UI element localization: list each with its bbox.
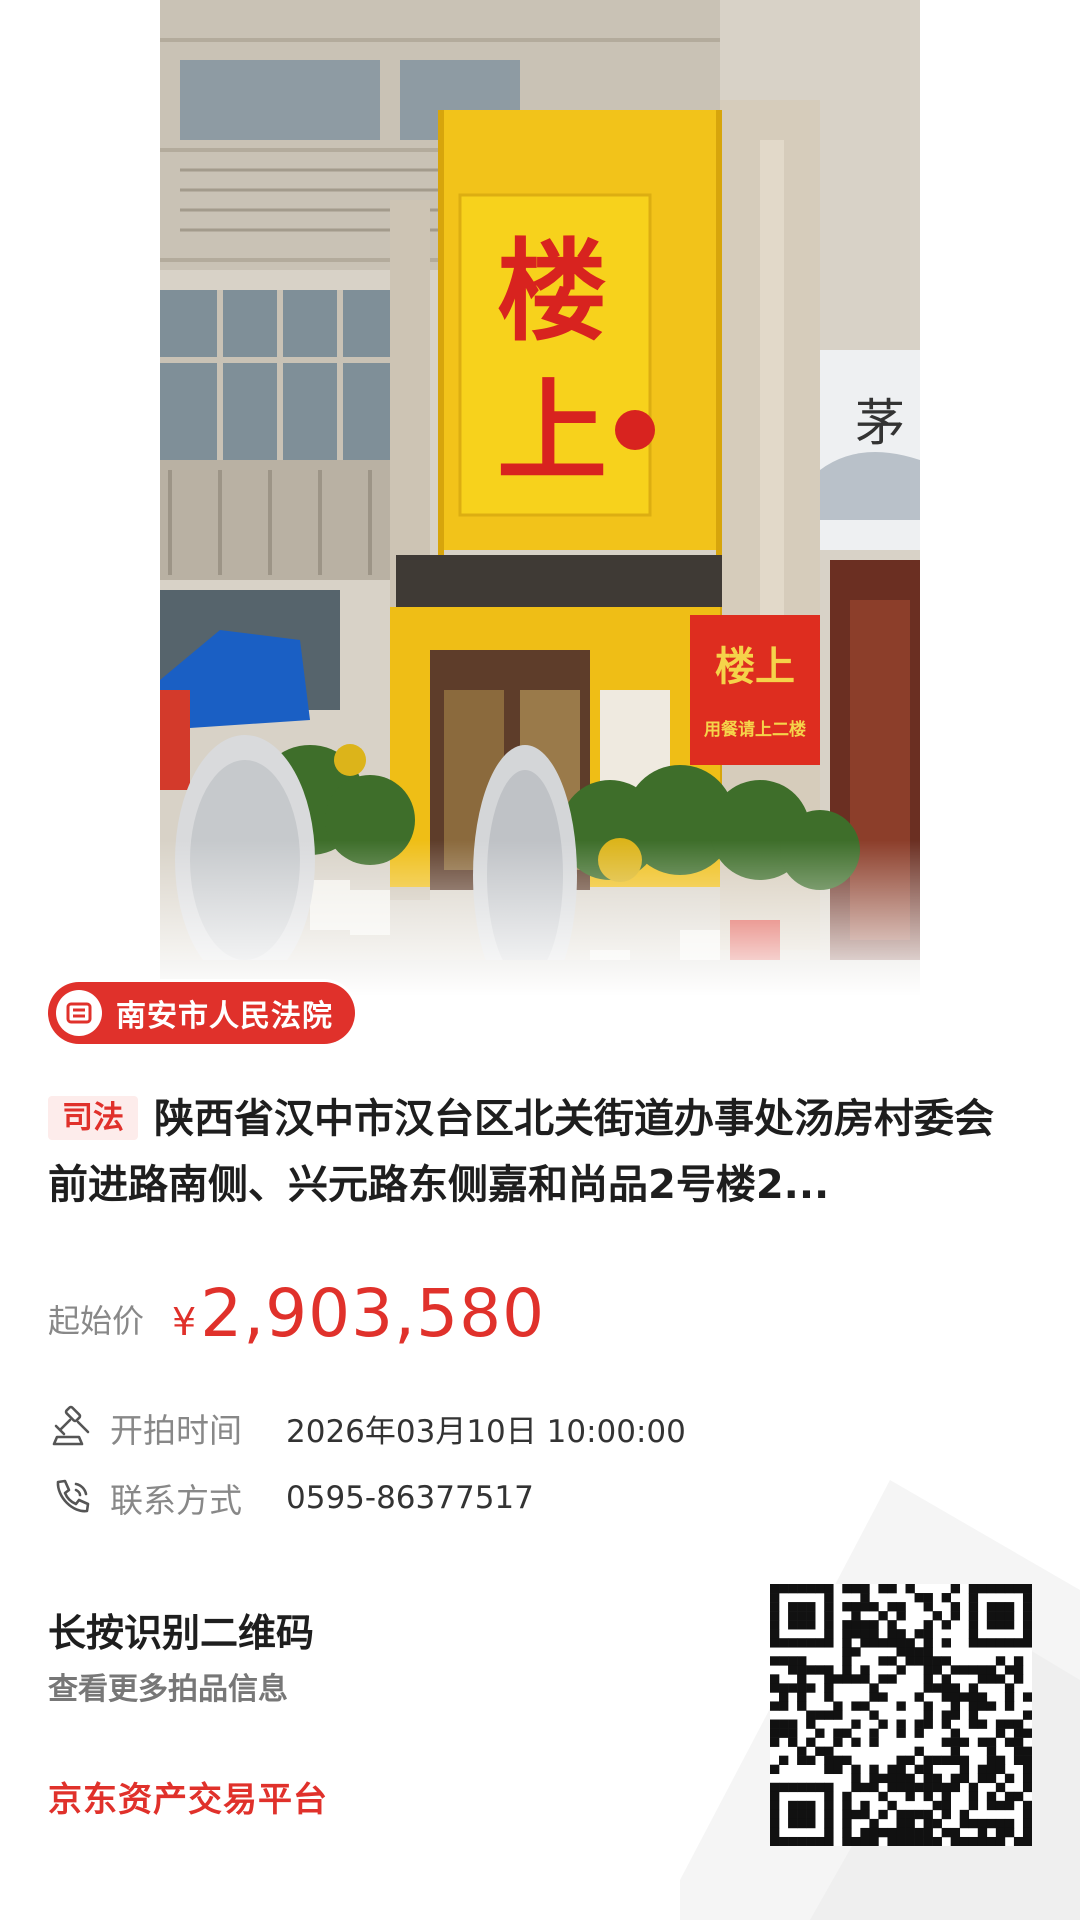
qr-code[interactable]	[770, 1584, 1033, 1847]
starting-price: 起始价 ¥ 2,903,580	[48, 1272, 545, 1354]
price-currency: ¥	[172, 1300, 197, 1344]
svg-text:用餐请上二楼: 用餐请上二楼	[704, 719, 806, 740]
phone-icon	[56, 1479, 90, 1513]
listing-title[interactable]: 司法 陕西省汉中市汉台区北关街道办事处汤房村委会前进路南侧、兴元路东侧嘉和尚品2号…	[48, 1086, 1028, 1218]
judicial-tag: 司法	[48, 1096, 138, 1140]
contact-value[interactable]: 0595-86377517	[286, 1480, 534, 1516]
contact-label: 联系方式	[110, 1481, 242, 1520]
qr-code-image	[770, 1584, 1033, 1847]
price-value: 2,903,580	[200, 1275, 546, 1352]
platform-logo: 京东资产交易平台	[48, 1780, 328, 1820]
svg-text:茅: 茅	[855, 394, 905, 452]
contact-row: 联系方式 0595-86377517	[48, 1474, 534, 1522]
start-time-label: 开拍时间	[110, 1411, 242, 1450]
property-photo[interactable]: 楼 上 楼上 用餐请上二楼 茅	[160, 0, 920, 1010]
qr-hint-subtitle: 查看更多拍品信息	[48, 1672, 288, 1707]
start-time-value: 2026年03月10日 10:00:00	[286, 1413, 686, 1450]
price-label: 起始价	[48, 1302, 145, 1340]
court-badge[interactable]: 南安市人民法院	[48, 982, 355, 1044]
auction-hammer-icon	[52, 1405, 90, 1446]
svg-text:上: 上	[497, 367, 607, 496]
court-name: 南安市人民法院	[116, 999, 333, 1034]
auction-start-row: 开拍时间 2026年03月10日 10:00:00	[48, 1404, 686, 1452]
qr-hint-title: 长按识别二维码	[48, 1611, 315, 1655]
svg-text:楼上: 楼上	[715, 643, 795, 690]
svg-text:楼: 楼	[497, 227, 607, 356]
court-gavel-icon	[56, 990, 102, 1036]
listing-title-text: 陕西省汉中市汉台区北关街道办事处汤房村委会前进路南侧、兴元路东侧嘉和尚品2号楼2…	[48, 1096, 994, 1208]
